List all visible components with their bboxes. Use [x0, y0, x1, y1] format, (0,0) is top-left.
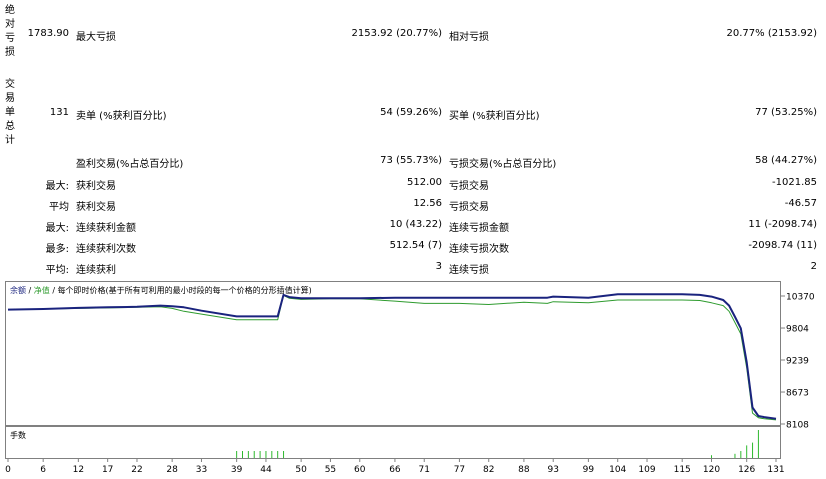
x-tick-label: 104: [609, 465, 626, 475]
volume-chart-frame: [5, 426, 781, 459]
y-tick-label: 10370: [786, 293, 815, 303]
x-tick-label: 93: [547, 465, 558, 475]
chart-legend: 余额 / 净值 / 每个即时价格(基于所有可利用的最小时段的每一个价格的分形插值…: [10, 285, 312, 296]
y-tick-label: 9804: [786, 325, 809, 335]
loss-trades-label: 亏损交易(%占总百分比): [449, 159, 557, 170]
average-consecutive-wins-label: 连续获利: [76, 265, 116, 276]
y-tick-label: 8108: [786, 421, 809, 431]
largest-prefix: 最大:: [45, 181, 69, 192]
x-tick-label: 109: [638, 465, 655, 475]
max-loss-streak-label: 连续亏损次数: [449, 244, 509, 255]
trades-label-text: 交易单总计: [5, 79, 15, 146]
y-tick-label: 8673: [786, 389, 809, 399]
x-tick-label: 99: [583, 465, 595, 475]
x-tick-label: 115: [674, 465, 691, 475]
max-profit-streak-value: 512.54 (7): [389, 240, 442, 251]
x-tick-label: 55: [325, 465, 336, 475]
x-tick-label: 77: [454, 465, 465, 475]
profit-trades-label: 盈利交易(%占总百分比): [76, 159, 184, 170]
max-loss-streak-value: -2098.74 (11): [748, 240, 817, 251]
x-tick-label: 39: [231, 465, 243, 475]
legend-balance[interactable]: 余额: [10, 286, 26, 295]
average-consecutive-losses-value: 2: [810, 261, 817, 272]
profit-trades-value: 73 (55.73%): [380, 155, 442, 166]
max-consecutive-losses-value: 11 (-2098.74): [748, 219, 817, 230]
volume-label: 手数: [10, 431, 26, 440]
max-drawdown-value: 2153.92 (20.77%): [351, 28, 442, 39]
average-consecutive-prefix: 平均:: [45, 265, 69, 276]
drawdown-section-label: 绝对亏损: [4, 4, 16, 60]
y-tick-label: 9239: [786, 357, 809, 367]
legend-equity[interactable]: 净值: [34, 286, 50, 295]
loss-trades-value: 58 (44.27%): [755, 155, 817, 166]
trades-section-label: 交易单总计: [4, 78, 16, 148]
x-tick-label: 50: [295, 465, 307, 475]
x-tick-label: 131: [767, 465, 784, 475]
legend-separator-2: /: [49, 286, 58, 295]
x-tick-label: 66: [389, 465, 401, 475]
x-tick-label: 0: [5, 465, 11, 475]
largest-loss-value: -1021.85: [772, 177, 817, 188]
x-tick-label: 71: [419, 465, 430, 475]
drawdown-label-text: 绝对亏损: [5, 5, 15, 58]
relative-drawdown-label: 相对亏损: [449, 32, 489, 43]
max-profit-streak-label: 连续获利次数: [76, 244, 136, 255]
x-tick-label: 120: [703, 465, 720, 475]
x-tick-label: 60: [354, 465, 366, 475]
total-trades-value: 131: [49, 107, 69, 118]
legend-separator: /: [26, 286, 34, 295]
average-consecutive-losses-label: 连续亏损: [449, 265, 489, 276]
short-trades-value: 54 (59.26%): [380, 107, 442, 118]
long-trades-value: 77 (53.25%): [755, 107, 817, 118]
average-loss-label: 亏损交易: [449, 202, 489, 213]
max-consecutive-losses-label: 连续亏损金额: [449, 223, 509, 234]
average-profit-value: 12.56: [413, 198, 442, 209]
max-drawdown-label: 最大亏损: [76, 32, 116, 43]
x-tick-label: 17: [102, 465, 113, 475]
x-axis: 0 6 12 17 22 28 33 39 44 50 55 60 66 71 77 82 88 93 99 104 1…: [5, 459, 785, 475]
max-consecutive-wins-value: 10 (43.22): [389, 219, 442, 230]
relative-drawdown-value: 20.77% (2153.92): [726, 28, 817, 39]
x-tick-label: 28: [166, 465, 178, 475]
x-tick-label: 126: [738, 465, 755, 475]
x-tick-label: 6: [40, 465, 46, 475]
largest-loss-label: 亏损交易: [449, 181, 489, 192]
average-profit-label: 获利交易: [76, 202, 116, 213]
x-tick-label: 44: [260, 465, 272, 475]
legend-description: 每个即时价格(基于所有可利用的最小时段的每一个价格的分形插值计算): [57, 286, 312, 295]
absolute-drawdown-value: 1783.90: [27, 28, 69, 39]
y-axis: 10370 9804 9239 8673 8108: [781, 293, 815, 431]
x-tick-label: 33: [196, 465, 207, 475]
x-tick-label: 12: [73, 465, 84, 475]
average-prefix: 平均: [49, 202, 69, 213]
balance-chart-frame: [5, 281, 781, 426]
largest-profit-label: 获利交易: [76, 181, 116, 192]
x-tick-label: 82: [483, 465, 494, 475]
short-trades-label: 卖单 (%获利百分比): [76, 111, 167, 122]
x-tick-label: 22: [131, 465, 142, 475]
x-tick-label: 88: [518, 465, 530, 475]
average-consecutive-wins-value: 3: [435, 261, 442, 272]
long-trades-label: 买单 (%获利百分比): [449, 111, 540, 122]
max-count-prefix: 最多:: [45, 244, 69, 255]
average-loss-value: -46.57: [784, 198, 817, 209]
max-consecutive-wins-label: 连续获利金额: [76, 223, 136, 234]
max-consecutive-prefix: 最大:: [45, 223, 69, 234]
largest-profit-value: 512.00: [407, 177, 442, 188]
